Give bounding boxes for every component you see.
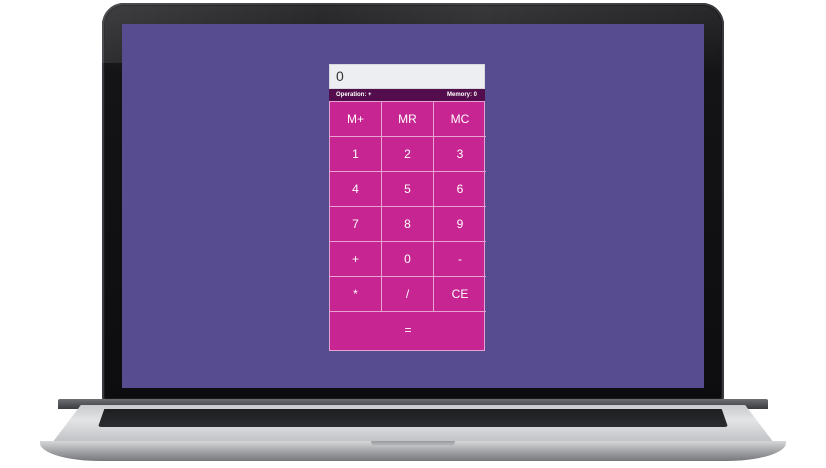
calculator-keypad: M+ MR MC 1 2 3 4 5 6 7 8 9 + 0 - * / CE … <box>329 101 486 351</box>
multiply-button[interactable]: * <box>330 277 382 312</box>
digit-1-button[interactable]: 1 <box>330 137 382 172</box>
memory-add-button[interactable]: M+ <box>330 102 382 137</box>
laptop-thumb-notch <box>371 441 455 447</box>
digit-0-button[interactable]: 0 <box>382 242 434 277</box>
operation-label: Operation: + <box>336 92 372 98</box>
digit-8-button[interactable]: 8 <box>382 207 434 242</box>
memory-recall-button[interactable]: MR <box>382 102 434 137</box>
calculator-status-bar: Operation: + Memory: 0 <box>329 89 485 101</box>
clear-entry-button[interactable]: CE <box>434 277 486 312</box>
divide-button[interactable]: / <box>382 277 434 312</box>
digit-4-button[interactable]: 4 <box>330 172 382 207</box>
memory-label: Memory: 0 <box>446 92 477 98</box>
digit-2-button[interactable]: 2 <box>382 137 434 172</box>
calculator-app: 0 Operation: + Memory: 0 M+ MR MC 1 2 3 … <box>329 64 486 351</box>
add-button[interactable]: + <box>330 242 382 277</box>
subtract-button[interactable]: - <box>434 242 486 277</box>
memory-clear-button[interactable]: MC <box>434 102 486 137</box>
calculator-display[interactable]: 0 <box>329 64 485 89</box>
laptop-screen: 0 Operation: + Memory: 0 M+ MR MC 1 2 3 … <box>122 24 704 388</box>
digit-6-button[interactable]: 6 <box>434 172 486 207</box>
equals-button[interactable]: = <box>330 312 486 347</box>
digit-7-button[interactable]: 7 <box>330 207 382 242</box>
laptop-lid: 0 Operation: + Memory: 0 M+ MR MC 1 2 3 … <box>102 3 724 401</box>
laptop-keyboard <box>98 409 728 427</box>
digit-9-button[interactable]: 9 <box>434 207 486 242</box>
digit-3-button[interactable]: 3 <box>434 137 486 172</box>
digit-5-button[interactable]: 5 <box>382 172 434 207</box>
